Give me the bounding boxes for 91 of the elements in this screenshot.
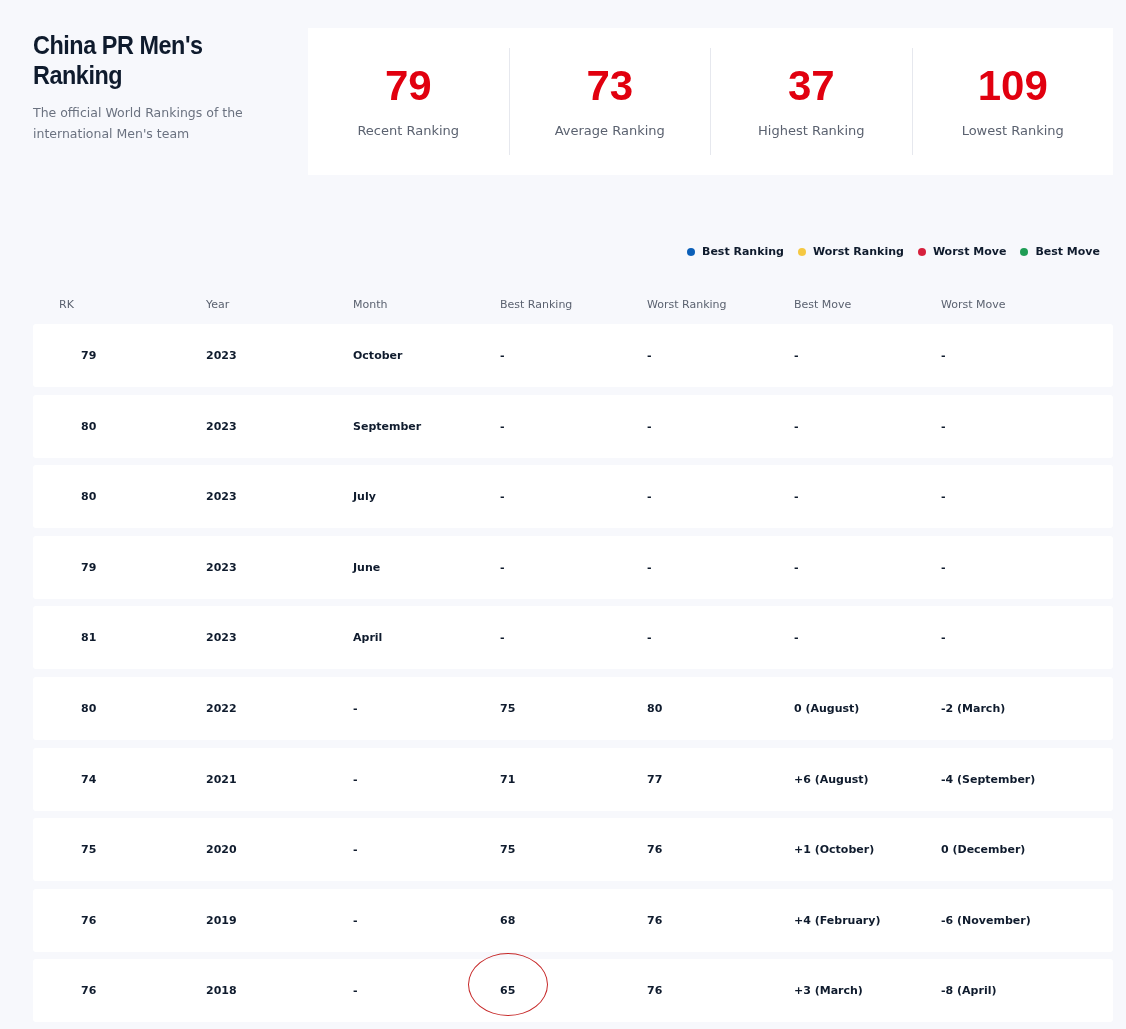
table-cell: - <box>941 490 946 504</box>
table-cell: 80 <box>647 701 663 715</box>
table-cell: 75 <box>500 843 516 857</box>
table-cell: 77 <box>647 772 663 786</box>
table-cell: 79 <box>81 560 97 574</box>
table-cell: 76 <box>81 984 97 998</box>
stat-label: Recent Ranking <box>357 123 460 138</box>
table-cell: - <box>941 631 946 645</box>
table-cell: July <box>353 490 376 504</box>
table-cell: - <box>794 560 799 574</box>
table-cell: June <box>353 560 381 574</box>
stat-label: Average Ranking <box>554 123 665 138</box>
table-cell: 81 <box>81 631 97 645</box>
page-title: China PR Men's Ranking <box>33 30 204 90</box>
table-cell: 65 <box>500 984 516 998</box>
stat-value: 37 <box>787 61 835 111</box>
table-cell: -4 (September) <box>941 772 1036 786</box>
column-header: RK <box>58 297 75 311</box>
table-cell: - <box>794 419 799 433</box>
column-header: Worst Move <box>941 297 1007 311</box>
column-header: Year <box>206 297 231 311</box>
table-cell: September <box>353 419 422 433</box>
table-cell: - <box>794 349 799 362</box>
table-cell: 2023 <box>206 631 237 645</box>
table-cell: - <box>941 560 946 574</box>
table-cell: - <box>941 419 946 433</box>
table-cell: - <box>941 349 946 362</box>
table-cell: 2019 <box>206 913 237 927</box>
table-cell: 80 <box>81 490 97 504</box>
table-cell: +1 (October) <box>794 843 875 857</box>
table-cell: 2023 <box>206 349 237 362</box>
table-cell: - <box>794 490 799 504</box>
table-cell: - <box>353 913 358 927</box>
column-header: Worst Ranking <box>647 297 728 311</box>
table-cell: 2022 <box>206 701 237 715</box>
table-cell: 71 <box>500 772 516 786</box>
table-cell: 2023 <box>206 560 237 574</box>
table-cell: +3 (March) <box>794 984 863 998</box>
table-cell: - <box>500 419 505 433</box>
stat-label: Highest Ranking <box>758 123 865 138</box>
legend-label: Worst Move <box>932 245 1007 258</box>
column-header: Best Move <box>794 297 853 311</box>
table-cell: - <box>500 349 505 362</box>
table-cell: - <box>500 490 505 504</box>
table-cell: 80 <box>81 701 97 715</box>
table-cell: 79 <box>81 349 97 362</box>
legend-label: Best Ranking <box>702 245 784 258</box>
table-cell: - <box>500 560 505 574</box>
stat-value: 109 <box>977 61 1048 111</box>
table-cell: - <box>647 631 652 645</box>
table-cell: 76 <box>647 843 663 857</box>
column-header: Month <box>353 297 389 311</box>
table-cell: 76 <box>81 913 97 927</box>
table-cell: 68 <box>500 913 516 927</box>
table-cell: April <box>353 631 383 645</box>
table-cell: - <box>647 419 652 433</box>
table-cell: 76 <box>647 913 663 927</box>
stat-value: 73 <box>586 61 634 111</box>
table-cell: - <box>353 843 358 857</box>
legend-label: Worst Ranking <box>813 245 904 258</box>
table-cell: - <box>647 490 652 504</box>
table-cell: 0 (December) <box>941 843 1026 857</box>
column-header: Best Ranking <box>500 297 574 311</box>
table-cell: - <box>353 701 358 715</box>
table-cell: 2023 <box>206 419 237 433</box>
table-cell: -6 (November) <box>941 913 1031 927</box>
table-cell: 2020 <box>206 843 237 857</box>
stat-label: Lowest Ranking <box>961 123 1064 138</box>
table-cell: -8 (April) <box>941 984 997 998</box>
table-cell: - <box>647 349 652 362</box>
table-cell: - <box>353 984 358 998</box>
table-cell: October <box>353 349 403 362</box>
table-cell: 2018 <box>206 984 237 998</box>
table-cell: 75 <box>500 701 516 715</box>
table-cell: - <box>500 631 505 645</box>
table-cell: +6 (August) <box>794 772 869 786</box>
table-cell: 2023 <box>206 490 237 504</box>
table-cell: 0 (August) <box>794 701 860 715</box>
table-cell: 76 <box>647 984 663 998</box>
table-cell: - <box>647 560 652 574</box>
page-subtitle: The official World Rankings of the international Men's team <box>33 104 244 143</box>
table-cell: - <box>353 772 358 786</box>
legend-label: Best Move <box>1035 245 1100 258</box>
table-cell: - <box>794 631 799 645</box>
table-cell: 75 <box>81 843 97 857</box>
table-cell: 2021 <box>206 772 237 786</box>
table-cell: 80 <box>81 419 97 433</box>
table-cell: -2 (March) <box>941 701 1006 715</box>
table-cell: 74 <box>81 772 97 786</box>
stat-value: 79 <box>384 61 432 111</box>
table-cell: +4 (February) <box>794 913 881 927</box>
